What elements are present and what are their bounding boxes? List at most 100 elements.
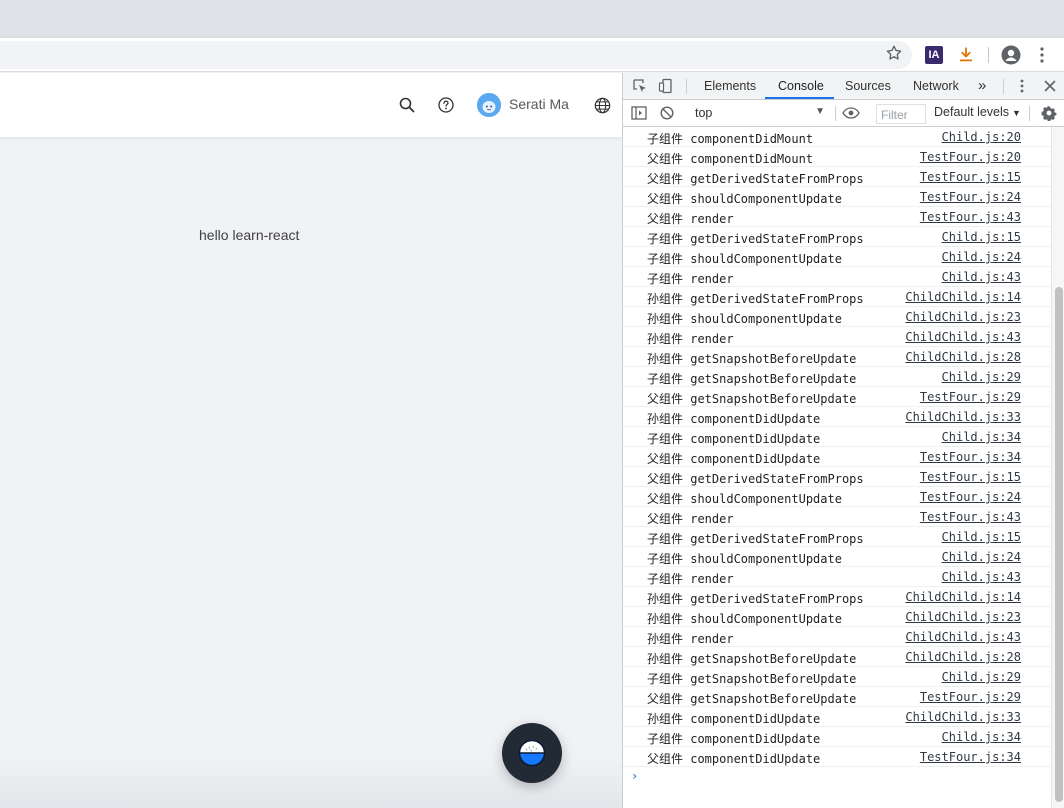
ia-extension-icon[interactable]: IA bbox=[925, 46, 943, 64]
log-source-link[interactable]: TestFour.js:24 bbox=[920, 490, 1021, 504]
tab-elements[interactable]: Elements bbox=[704, 73, 756, 100]
tab-network[interactable]: Network bbox=[913, 73, 959, 100]
log-message: 孙组件 componentDidUpdate bbox=[647, 412, 821, 426]
log-source-link[interactable]: TestFour.js:24 bbox=[920, 190, 1021, 204]
console-prompt[interactable]: › bbox=[623, 767, 1051, 789]
floating-action-button[interactable] bbox=[502, 723, 562, 783]
log-source-link[interactable]: ChildChild.js:33 bbox=[905, 410, 1021, 424]
address-bar[interactable] bbox=[0, 41, 912, 69]
avatar[interactable] bbox=[477, 93, 501, 117]
console-log-row: 子组件 getDerivedStateFromProps Child.js:15 bbox=[623, 227, 1051, 247]
log-source-link[interactable]: TestFour.js:43 bbox=[920, 510, 1021, 524]
log-message: 父组件 getDerivedStateFromProps bbox=[647, 172, 864, 186]
close-icon[interactable] bbox=[1041, 77, 1059, 95]
log-message: 孙组件 render bbox=[647, 632, 734, 646]
log-source-link[interactable]: TestFour.js:15 bbox=[920, 470, 1021, 484]
log-source-link[interactable]: TestFour.js:15 bbox=[920, 170, 1021, 184]
log-source-link[interactable]: Child.js:20 bbox=[942, 130, 1021, 144]
console-scrollbar-thumb[interactable] bbox=[1055, 287, 1063, 802]
log-source-link[interactable]: Child.js:29 bbox=[942, 670, 1021, 684]
log-message: 父组件 getDerivedStateFromProps bbox=[647, 472, 864, 486]
tab-bar-divider bbox=[1003, 79, 1004, 94]
more-tabs-button[interactable]: » bbox=[978, 73, 986, 100]
console-log-row: 子组件 shouldComponentUpdate Child.js:24 bbox=[623, 547, 1051, 567]
log-source-link[interactable]: Child.js:34 bbox=[942, 430, 1021, 444]
browser-menu-icon[interactable] bbox=[1034, 44, 1050, 66]
console-log-row: 父组件 getSnapshotBeforeUpdate TestFour.js:2… bbox=[623, 687, 1051, 707]
log-source-link[interactable]: TestFour.js:43 bbox=[920, 210, 1021, 224]
gear-icon[interactable] bbox=[1040, 104, 1058, 122]
log-levels-label: Default levels bbox=[934, 105, 1010, 119]
console-log-row: 父组件 render TestFour.js:43 bbox=[623, 507, 1051, 527]
tab-bar-divider bbox=[686, 79, 687, 94]
log-source-link[interactable]: Child.js:15 bbox=[942, 230, 1021, 244]
log-source-link[interactable]: Child.js:24 bbox=[942, 250, 1021, 264]
console-log-row: 子组件 getSnapshotBeforeUpdate Child.js:29 bbox=[623, 367, 1051, 387]
profile-icon[interactable] bbox=[1000, 44, 1022, 66]
download-icon[interactable] bbox=[956, 45, 976, 65]
console-log-row: 孙组件 shouldComponentUpdate ChildChild.js:2… bbox=[623, 607, 1051, 627]
language-globe-icon[interactable] bbox=[592, 95, 612, 115]
console-log-row: 孙组件 componentDidUpdate ChildChild.js:33 bbox=[623, 707, 1051, 727]
tab-sources[interactable]: Sources bbox=[845, 73, 891, 100]
chevron-down-icon: ▼ bbox=[1012, 108, 1021, 118]
log-source-link[interactable]: TestFour.js:34 bbox=[920, 450, 1021, 464]
chevron-down-icon: ▼ bbox=[815, 106, 825, 117]
log-source-link[interactable]: Child.js:43 bbox=[942, 570, 1021, 584]
prompt-chevron-icon: › bbox=[631, 769, 639, 783]
log-source-link[interactable]: Child.js:43 bbox=[942, 270, 1021, 284]
log-message: 子组件 shouldComponentUpdate bbox=[647, 252, 842, 266]
devtools-panel: Elements Console Sources Network » top ▼… bbox=[622, 73, 1064, 808]
log-source-link[interactable]: Child.js:34 bbox=[942, 730, 1021, 744]
bookmark-star-icon[interactable] bbox=[884, 43, 904, 63]
eye-icon[interactable] bbox=[842, 104, 860, 122]
log-source-link[interactable]: TestFour.js:29 bbox=[920, 690, 1021, 704]
sidebar-toggle-icon[interactable] bbox=[630, 104, 648, 122]
app-header: Serati Ma bbox=[0, 73, 622, 137]
log-message: 子组件 shouldComponentUpdate bbox=[647, 552, 842, 566]
log-levels-dropdown[interactable]: Default levels ▼ bbox=[934, 105, 1021, 119]
context-selector-value: top bbox=[695, 106, 713, 120]
log-source-link[interactable]: ChildChild.js:23 bbox=[905, 610, 1021, 624]
console-log-row: 父组件 componentDidMount TestFour.js:20 bbox=[623, 147, 1051, 167]
log-source-link[interactable]: TestFour.js:29 bbox=[920, 390, 1021, 404]
log-source-link[interactable]: ChildChild.js:43 bbox=[905, 330, 1021, 344]
filter-input[interactable]: Filter bbox=[876, 104, 926, 124]
log-source-link[interactable]: TestFour.js:34 bbox=[920, 750, 1021, 764]
devtools-menu-icon[interactable] bbox=[1013, 77, 1031, 95]
log-source-link[interactable]: TestFour.js:20 bbox=[920, 150, 1021, 164]
log-source-link[interactable]: ChildChild.js:14 bbox=[905, 590, 1021, 604]
log-message: 父组件 render bbox=[647, 512, 734, 526]
log-message: 父组件 componentDidUpdate bbox=[647, 452, 821, 466]
log-message: 孙组件 shouldComponentUpdate bbox=[647, 612, 842, 626]
log-source-link[interactable]: ChildChild.js:23 bbox=[905, 310, 1021, 324]
log-message: 父组件 shouldComponentUpdate bbox=[647, 492, 842, 506]
log-source-link[interactable]: ChildChild.js:28 bbox=[905, 650, 1021, 664]
log-source-link[interactable]: ChildChild.js:43 bbox=[905, 630, 1021, 644]
console-log-row: 子组件 getDerivedStateFromProps Child.js:15 bbox=[623, 527, 1051, 547]
log-message: 子组件 render bbox=[647, 572, 734, 586]
user-name[interactable]: Serati Ma bbox=[509, 96, 569, 112]
log-message: 子组件 getSnapshotBeforeUpdate bbox=[647, 372, 857, 386]
log-message: 子组件 getDerivedStateFromProps bbox=[647, 532, 864, 546]
log-source-link[interactable]: ChildChild.js:28 bbox=[905, 350, 1021, 364]
inspect-element-icon[interactable] bbox=[631, 77, 649, 95]
log-message: 子组件 render bbox=[647, 272, 734, 286]
toolbar-separator bbox=[988, 47, 989, 63]
search-icon[interactable] bbox=[397, 95, 417, 115]
log-source-link[interactable]: Child.js:24 bbox=[942, 550, 1021, 564]
console-log-row: 孙组件 getSnapshotBeforeUpdate ChildChild.js… bbox=[623, 647, 1051, 667]
log-message: 孙组件 getSnapshotBeforeUpdate bbox=[647, 352, 857, 366]
device-toolbar-icon[interactable] bbox=[657, 77, 675, 95]
console-log-row: 子组件 render Child.js:43 bbox=[623, 267, 1051, 287]
tab-console[interactable]: Console bbox=[778, 73, 824, 100]
log-source-link[interactable]: ChildChild.js:33 bbox=[905, 710, 1021, 724]
log-source-link[interactable]: Child.js:15 bbox=[942, 530, 1021, 544]
console-scrollbar[interactable] bbox=[1051, 127, 1064, 808]
help-icon[interactable] bbox=[436, 95, 456, 115]
console-log-row: 孙组件 getSnapshotBeforeUpdate ChildChild.js… bbox=[623, 347, 1051, 367]
context-selector[interactable]: top ▼ bbox=[689, 104, 829, 123]
clear-console-icon[interactable] bbox=[658, 104, 676, 122]
log-source-link[interactable]: ChildChild.js:14 bbox=[905, 290, 1021, 304]
log-source-link[interactable]: Child.js:29 bbox=[942, 370, 1021, 384]
